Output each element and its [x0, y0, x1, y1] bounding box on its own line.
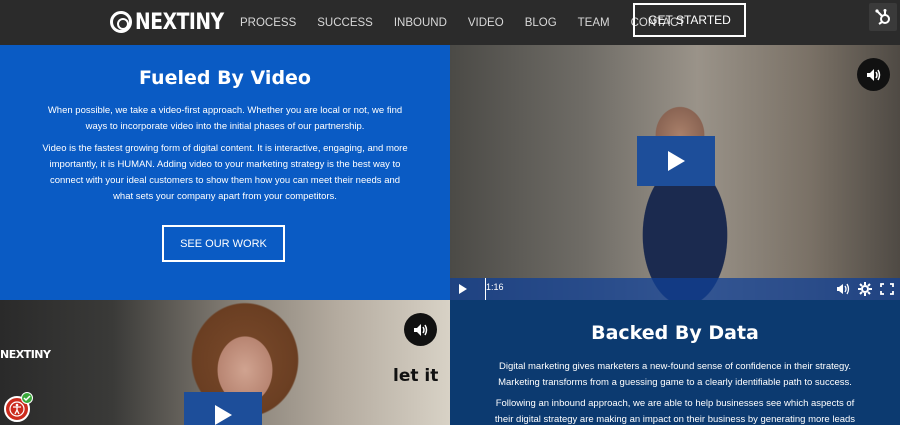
nav-link-video[interactable]: VIDEO	[468, 17, 504, 29]
nav-link-process[interactable]: PROCESS	[240, 17, 296, 29]
control-buttons	[836, 281, 894, 297]
mute-toggle[interactable]	[857, 58, 890, 91]
video-player-1[interactable]: 1:16	[450, 45, 900, 300]
speaker-icon	[413, 323, 427, 336]
logo-text: NEXTINY	[135, 9, 224, 35]
section-title: Fueled By Video	[139, 67, 311, 89]
speaker-icon	[866, 68, 880, 81]
volume-icon[interactable]	[836, 283, 850, 295]
mute-toggle-2[interactable]	[404, 313, 437, 346]
nav-link-inbound[interactable]: INBOUND	[394, 17, 447, 29]
play-button-2[interactable]	[184, 392, 262, 425]
wall-logo-text: NEXTINY	[0, 348, 51, 361]
control-play-icon[interactable]	[458, 283, 468, 295]
see-our-work-button[interactable]: SEE OUR WORK	[162, 225, 285, 262]
data-paragraph-2: Following an inbound approach, we are ab…	[494, 398, 856, 425]
get-started-button[interactable]: GET STARTED	[633, 3, 746, 37]
wall-sign-text: let it	[393, 366, 439, 386]
backed-by-data-section: Backed By Data Digital marketing gives m…	[450, 300, 900, 425]
check-badge-icon	[21, 392, 33, 404]
fullscreen-icon[interactable]	[880, 283, 894, 295]
fueled-by-video-section: Fueled By Video When possible, we take a…	[0, 45, 450, 300]
video-player-2[interactable]: NEXTINY	[0, 300, 450, 425]
target-logo-icon	[110, 11, 132, 33]
video-time: 1:16	[486, 282, 504, 292]
video-paragraph: Video is the fastest growing form of dig…	[42, 143, 408, 202]
data-paragraph-1: Digital marketing gives marketers a new-…	[498, 361, 852, 388]
nav-link-blog[interactable]: BLOG	[525, 17, 557, 29]
settings-gear-icon[interactable]	[858, 282, 872, 296]
nextiny-logo[interactable]: NEXTINY	[110, 8, 239, 36]
play-icon	[215, 404, 232, 425]
section-title-2: Backed By Data	[591, 322, 759, 344]
play-icon	[668, 151, 685, 171]
intro-paragraph: When possible, we take a video-first app…	[47, 105, 403, 132]
nav-link-team[interactable]: TEAM	[578, 17, 610, 29]
hubspot-sprocket-icon[interactable]	[869, 3, 897, 31]
top-navigation: NEXTINY PROCESS SUCCESS INBOUND VIDEO BL…	[0, 0, 900, 45]
video-controls: 1:16	[450, 278, 900, 300]
play-button[interactable]	[637, 136, 715, 186]
accessibility-person-icon	[9, 401, 25, 417]
nav-link-success[interactable]: SUCCESS	[317, 17, 373, 29]
